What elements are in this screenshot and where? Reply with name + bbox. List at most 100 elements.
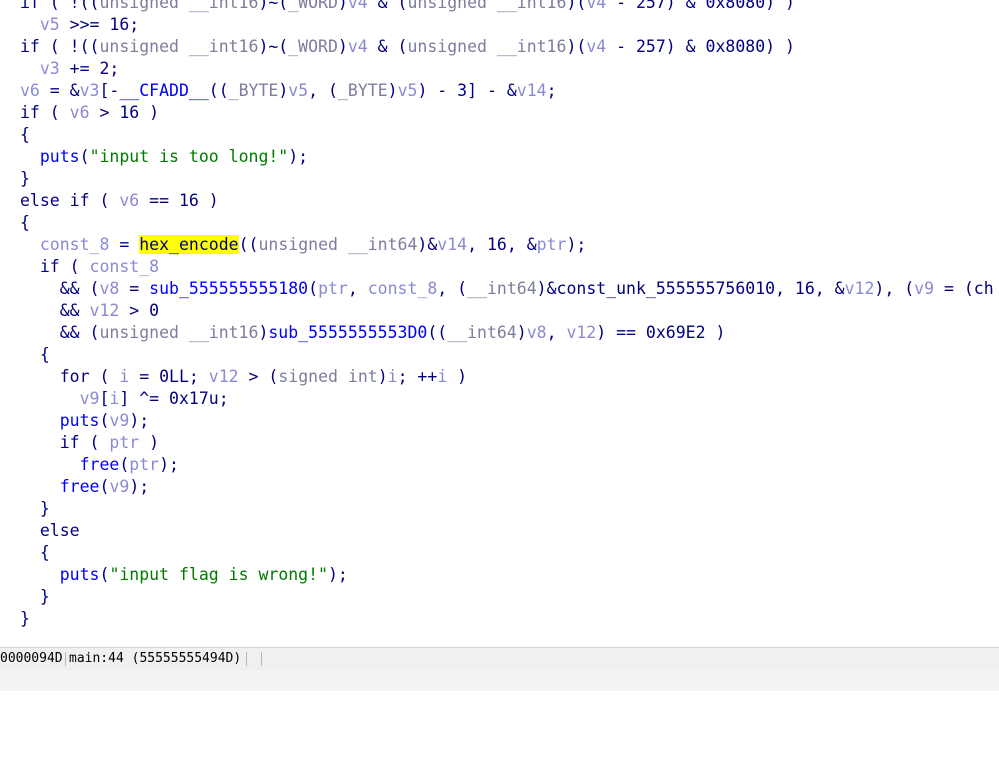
variable-token[interactable]: const_8 bbox=[368, 279, 438, 298]
code-line[interactable]: { bbox=[20, 124, 30, 146]
type-token: unsigned __int16 bbox=[99, 37, 259, 56]
punctuation-token: } bbox=[20, 587, 50, 606]
function-token[interactable]: free bbox=[80, 455, 120, 474]
variable-token[interactable]: v9 bbox=[80, 389, 100, 408]
variable-token[interactable]: ptr bbox=[109, 433, 139, 452]
function-token[interactable]: puts bbox=[60, 411, 100, 430]
code-line[interactable]: if ( const_8 bbox=[20, 256, 159, 278]
function-token[interactable]: free bbox=[60, 477, 100, 496]
variable-token[interactable]: v4 bbox=[586, 37, 606, 56]
punctuation-token: (( bbox=[208, 81, 229, 100]
punctuation-token: ( bbox=[308, 279, 319, 298]
variable-token[interactable]: v6 bbox=[70, 103, 90, 122]
variable-token[interactable]: v12 bbox=[90, 301, 120, 320]
code-line[interactable]: if ( ptr ) bbox=[20, 432, 159, 454]
variable-token[interactable]: v12 bbox=[845, 279, 875, 298]
punctuation-token bbox=[20, 59, 40, 78]
function-token[interactable]: sub_555555555180 bbox=[149, 279, 308, 298]
punctuation-token: , ( bbox=[308, 81, 338, 100]
variable-token[interactable]: v14 bbox=[437, 235, 467, 254]
variable-token[interactable]: v3 bbox=[40, 59, 60, 78]
code-line[interactable]: if ( !((unsigned __int16)~(_WORD)v4 & (u… bbox=[20, 36, 795, 58]
variable-token[interactable]: const_8 bbox=[90, 257, 160, 276]
code-line[interactable]: v6 = &v3[-__CFADD__((_BYTE)v5, (_BYTE)v5… bbox=[20, 80, 557, 102]
code-line[interactable]: && v12 > 0 bbox=[20, 300, 159, 322]
code-line[interactable]: puts("input is too long!"); bbox=[20, 146, 308, 168]
variable-token[interactable]: v4 bbox=[348, 0, 368, 12]
pseudocode-editor[interactable]: if ( !((unsigned __int16)~(_WORD)v4 & (u… bbox=[0, 0, 999, 647]
variable-token[interactable]: v9 bbox=[109, 411, 129, 430]
status-location: main:44 (55555555494D) bbox=[69, 651, 242, 666]
code-line[interactable]: } bbox=[20, 608, 30, 630]
function-token[interactable]: sub_5555555553D0 bbox=[268, 323, 427, 342]
variable-token[interactable]: v12 bbox=[566, 323, 596, 342]
punctuation-token: ] ^= 0x17u; bbox=[119, 389, 229, 408]
code-line[interactable]: && (v8 = sub_555555555180(ptr, const_8, … bbox=[20, 278, 994, 300]
code-line[interactable]: } bbox=[20, 498, 50, 520]
punctuation-token: += 2; bbox=[59, 59, 120, 78]
variable-token[interactable]: v3 bbox=[80, 81, 100, 100]
highlighted-identifier[interactable]: hex_ bbox=[139, 235, 179, 254]
keyword-token: if ( !(( bbox=[20, 37, 100, 56]
variable-token[interactable]: i bbox=[119, 367, 129, 386]
variable-token[interactable]: v12 bbox=[209, 367, 239, 386]
code-line[interactable]: if ( v6 > 16 ) bbox=[20, 102, 159, 124]
variable-token[interactable]: v5 bbox=[40, 15, 60, 34]
code-line[interactable]: && (unsigned __int16)sub_5555555553D0((_… bbox=[20, 322, 726, 344]
variable-token[interactable]: v4 bbox=[348, 37, 368, 56]
variable-token[interactable]: const_8 bbox=[40, 235, 110, 254]
function-token[interactable]: puts bbox=[60, 565, 100, 584]
variable-token[interactable]: ptr bbox=[318, 279, 348, 298]
code-line[interactable]: } bbox=[20, 586, 50, 608]
variable-token[interactable]: v8 bbox=[99, 279, 119, 298]
code-line[interactable]: for ( i = 0LL; v12 > (signed int)i; ++i … bbox=[20, 366, 467, 388]
variable-token[interactable]: i bbox=[109, 389, 119, 408]
variable-token[interactable]: ptr bbox=[129, 455, 159, 474]
code-line[interactable]: else bbox=[20, 520, 80, 542]
code-line[interactable]: const_8 = hex_encode((unsigned __int64)&… bbox=[20, 234, 586, 256]
code-line[interactable]: { bbox=[20, 344, 50, 366]
code-line[interactable]: puts(v9); bbox=[20, 410, 149, 432]
variable-token[interactable]: i bbox=[388, 367, 398, 386]
punctuation-token bbox=[20, 15, 40, 34]
highlighted-identifier[interactable]: encode bbox=[178, 235, 239, 254]
code-line[interactable]: v5 >>= 16; bbox=[20, 14, 139, 36]
string-token: "input flag is wrong!" bbox=[109, 565, 328, 584]
punctuation-token: )&const_unk_555555756010, 16, & bbox=[536, 279, 845, 298]
code-line[interactable]: if ( !((unsigned __int16)~(_WORD)v4 & (u… bbox=[20, 0, 795, 14]
function-token[interactable]: puts bbox=[40, 147, 80, 166]
code-line[interactable]: v3 += 2; bbox=[20, 58, 119, 80]
variable-token[interactable]: v14 bbox=[517, 81, 547, 100]
variable-token[interactable]: v6 bbox=[119, 191, 139, 210]
status-separator bbox=[261, 652, 262, 666]
punctuation-token bbox=[20, 257, 40, 276]
variable-token[interactable]: v9 bbox=[109, 477, 129, 496]
function-token[interactable]: __CFADD__ bbox=[119, 81, 208, 100]
type-token: __int64 bbox=[467, 279, 537, 298]
code-line[interactable]: { bbox=[20, 542, 50, 564]
punctuation-token: > ( bbox=[238, 367, 279, 386]
punctuation-token: ); bbox=[327, 565, 348, 584]
punctuation-token: ) bbox=[447, 367, 468, 386]
variable-token[interactable]: i bbox=[437, 367, 447, 386]
punctuation-token: ); bbox=[566, 235, 587, 254]
keyword-token: for ( bbox=[59, 367, 120, 386]
punctuation-token: & ( bbox=[367, 37, 408, 56]
variable-token[interactable]: v9 bbox=[914, 279, 934, 298]
code-line[interactable]: free(ptr); bbox=[20, 454, 179, 476]
variable-token[interactable]: v8 bbox=[527, 323, 547, 342]
code-line[interactable]: { bbox=[20, 212, 30, 234]
type-token: _WORD bbox=[288, 0, 338, 12]
variable-token[interactable]: v5 bbox=[288, 81, 308, 100]
code-line[interactable]: puts("input flag is wrong!"); bbox=[20, 564, 348, 586]
code-line[interactable]: } bbox=[20, 168, 30, 190]
variable-token[interactable]: ptr bbox=[537, 235, 567, 254]
variable-token[interactable]: v5 bbox=[398, 81, 418, 100]
status-bar: 0000094D main:44 (55555555494D) bbox=[0, 647, 999, 670]
code-line[interactable]: free(v9); bbox=[20, 476, 149, 498]
punctuation-token: ); bbox=[129, 477, 150, 496]
variable-token[interactable]: v4 bbox=[586, 0, 606, 12]
code-line[interactable]: else if ( v6 == 16 ) bbox=[20, 190, 219, 212]
code-line[interactable]: v9[i] ^= 0x17u; bbox=[20, 388, 229, 410]
variable-token[interactable]: v6 bbox=[20, 81, 40, 100]
